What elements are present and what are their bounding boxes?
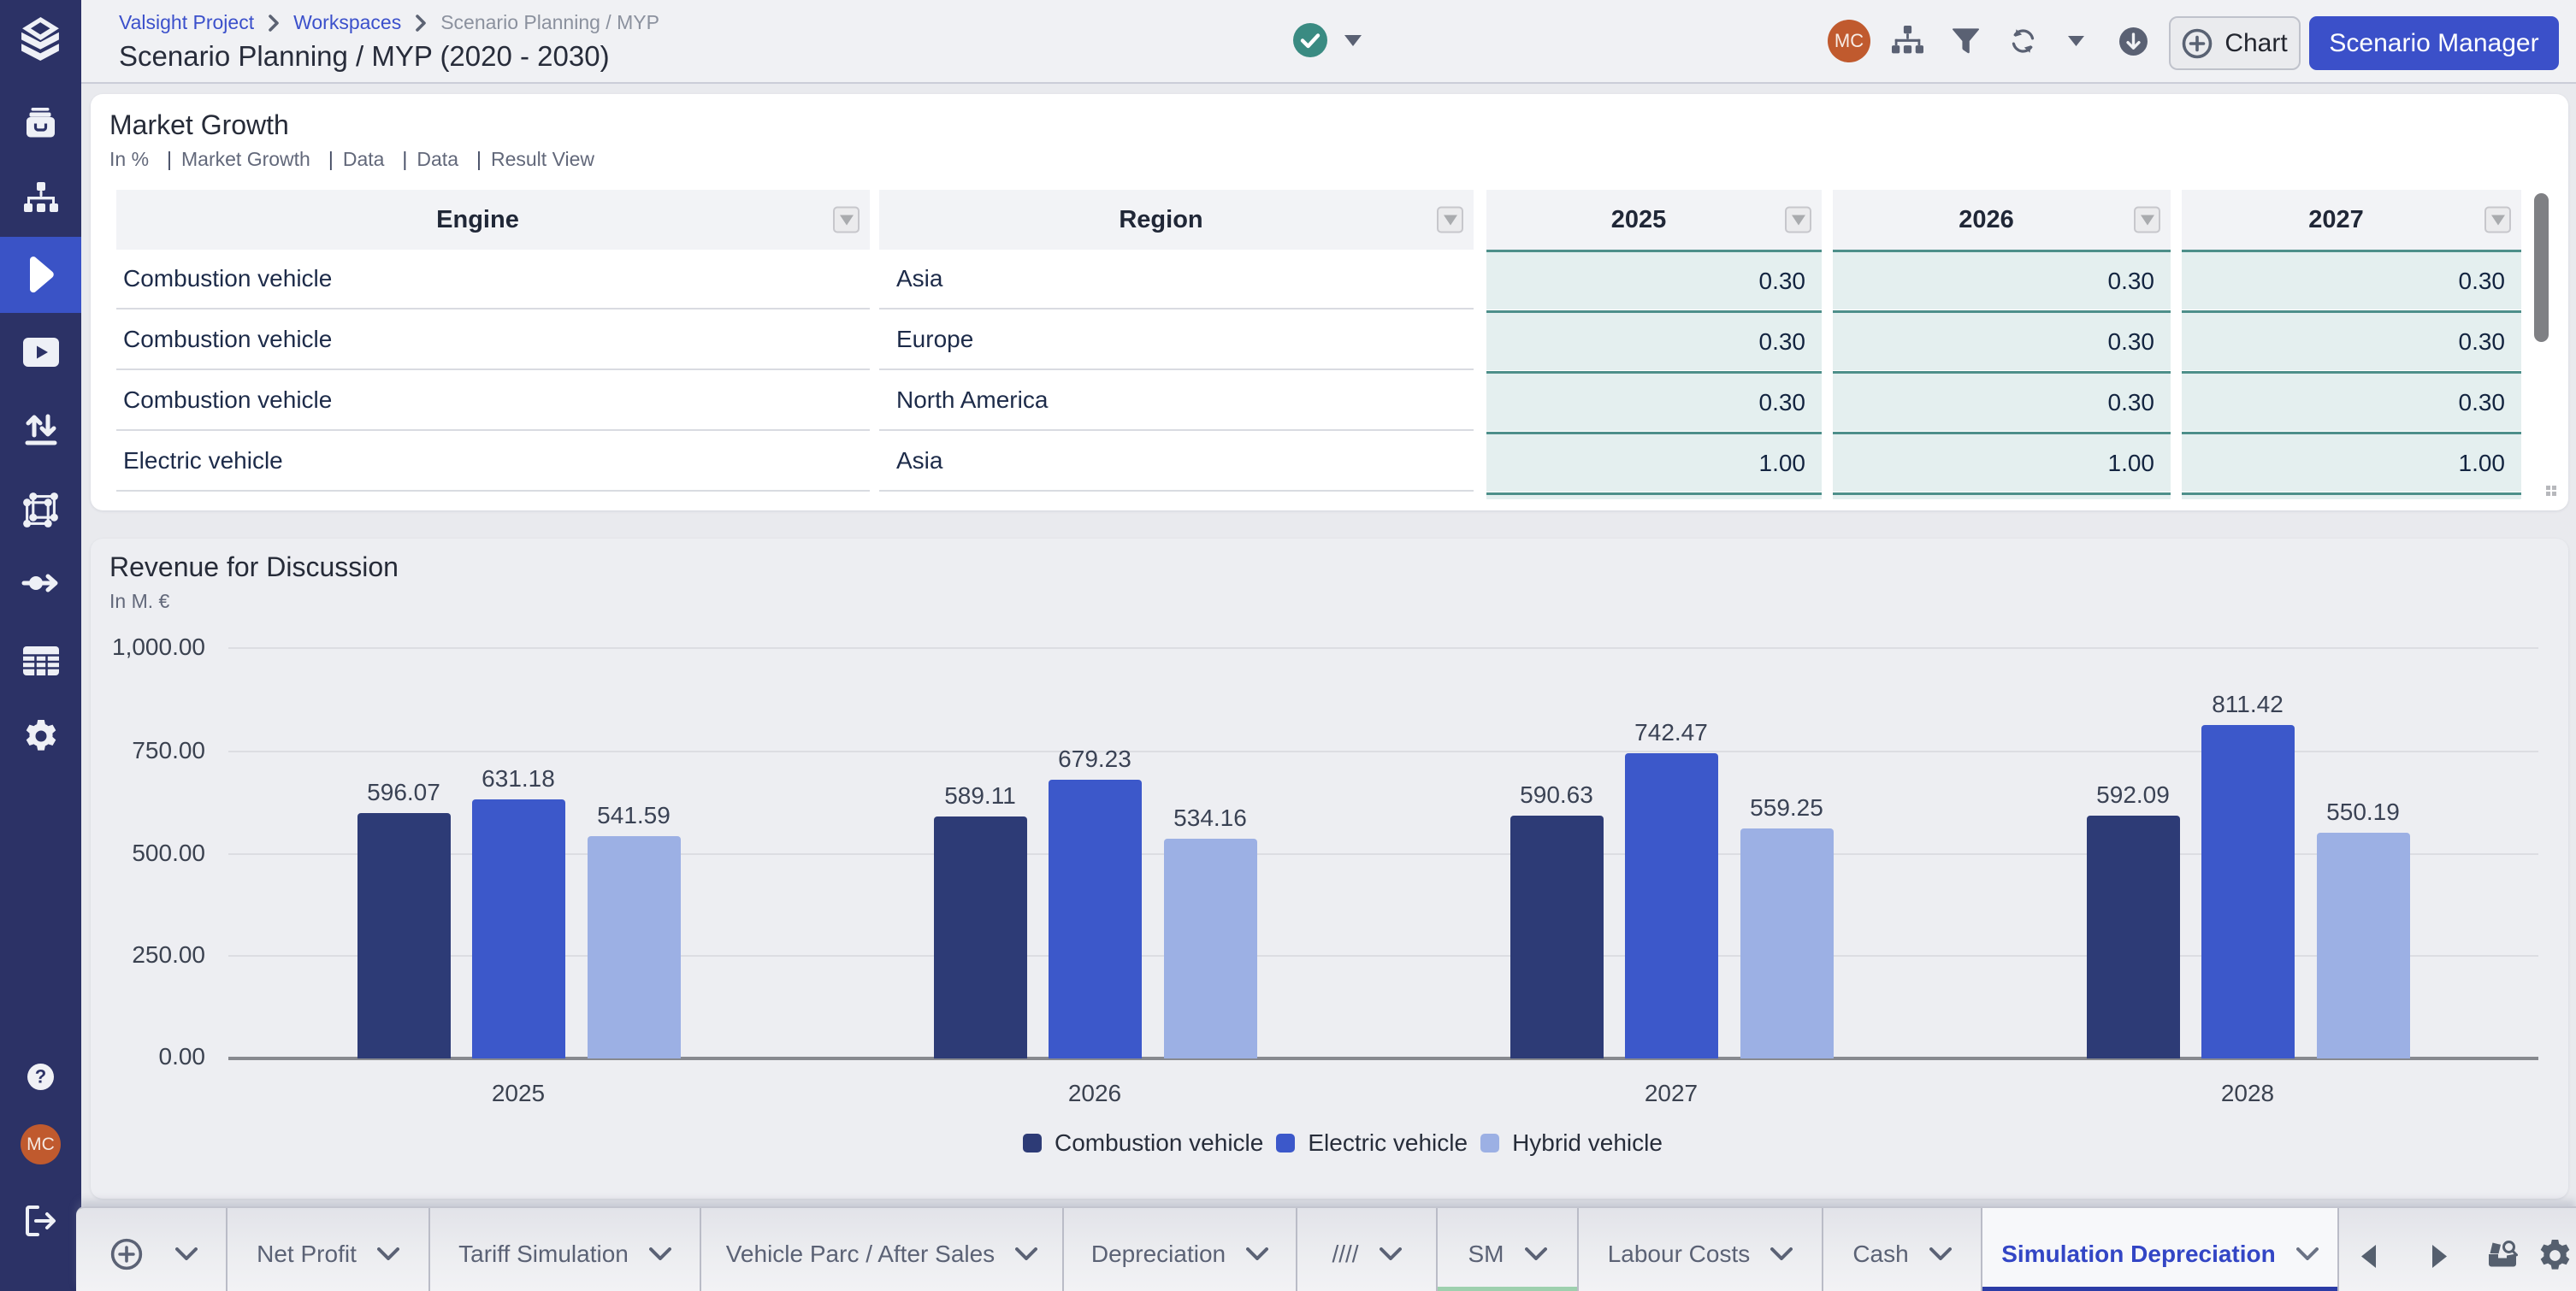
svg-text:?: ? — [35, 1066, 46, 1088]
